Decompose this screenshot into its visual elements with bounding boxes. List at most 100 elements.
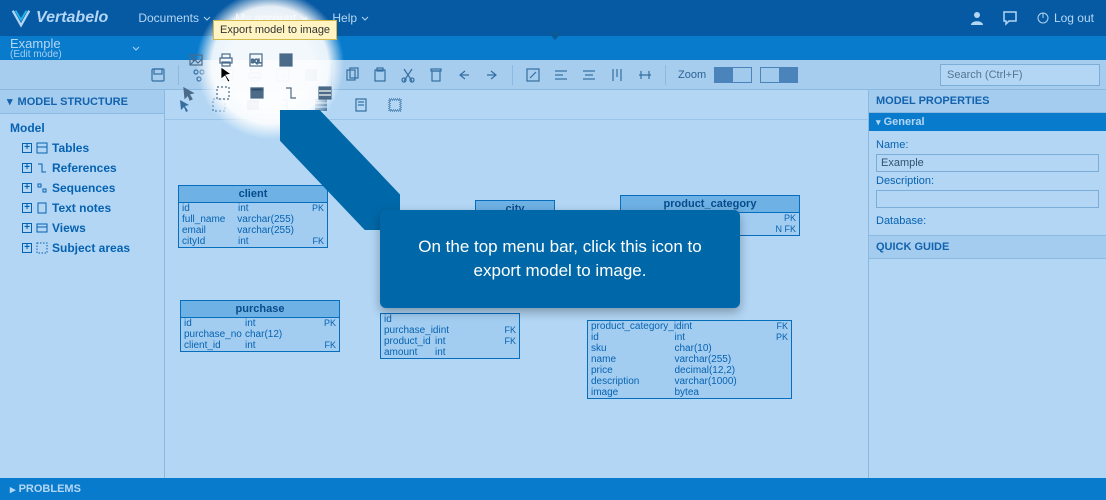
table-column: id <box>381 314 519 325</box>
align-left-button[interactable] <box>549 63 573 87</box>
tree-item-sequences[interactable]: + Sequences <box>0 178 164 198</box>
sequence-icon <box>36 182 48 194</box>
logo-icon <box>10 7 32 29</box>
view-icon <box>36 222 48 234</box>
table-column: product_category_idintFK <box>588 321 791 332</box>
share-button[interactable] <box>187 63 211 87</box>
table-column: purchase_idintFK <box>381 325 519 336</box>
expand-icon[interactable]: + <box>22 203 32 213</box>
chevron-down-icon <box>300 16 308 21</box>
expand-icon[interactable]: + <box>22 143 32 153</box>
model-structure-header[interactable]: ▾ MODEL STRUCTURE <box>0 90 164 114</box>
table-purchase-item[interactable]: idpurchase_idintFKproduct_idintFKamounti… <box>380 313 520 359</box>
table-column: purchase_nochar(12) <box>181 329 339 340</box>
table-purchase[interactable]: purchase idintPKpurchase_nochar(12)clien… <box>180 300 340 352</box>
expand-icon[interactable]: + <box>22 163 32 173</box>
svg-text:100: 100 <box>306 74 315 80</box>
add-table-tool[interactable] <box>239 93 267 117</box>
chevron-down-icon <box>361 16 369 21</box>
undo-button[interactable] <box>452 63 476 87</box>
description-input[interactable] <box>876 190 1099 208</box>
tree-item-tables[interactable]: + Tables <box>0 138 164 158</box>
align-top-button[interactable] <box>605 63 629 87</box>
align-middle-button[interactable] <box>633 63 657 87</box>
quick-guide-header[interactable]: QUICK GUIDE <box>869 235 1106 259</box>
nav-right: Log out <box>968 9 1096 27</box>
dropdown-indicator-icon <box>548 32 562 40</box>
expand-icon[interactable]: + <box>22 183 32 193</box>
search-input[interactable] <box>940 64 1100 86</box>
model-title: Example <box>10 37 62 50</box>
instruction-callout: On the top menu bar, click this icon to … <box>380 210 740 308</box>
table-column: cityIdintFK <box>179 236 327 247</box>
reference-icon <box>36 162 48 174</box>
align-center-button[interactable] <box>577 63 601 87</box>
nav-documents[interactable]: Documents <box>136 11 213 25</box>
tree-item-references[interactable]: + References <box>0 158 164 178</box>
chevron-down-icon <box>203 16 211 21</box>
table-column: product_idintFK <box>381 336 519 347</box>
table-column: client_idintFK <box>181 340 339 351</box>
problems-bar[interactable]: ▸ PROBLEMS <box>0 478 1106 500</box>
nav-logout[interactable]: Log out <box>1034 11 1096 25</box>
copy-button[interactable] <box>340 63 364 87</box>
general-section-header[interactable]: ▾ General <box>869 113 1106 131</box>
model-mode: (Edit mode) <box>10 50 62 60</box>
chevron-down-icon[interactable] <box>132 46 140 51</box>
main-toolbar: SQL 100 Zoom <box>0 60 1106 90</box>
redo-button[interactable] <box>480 63 504 87</box>
model-properties-header: MODEL PROPERTIES <box>869 90 1106 113</box>
nav-help[interactable]: Help <box>330 11 371 25</box>
table-icon <box>36 142 48 154</box>
sql-button[interactable]: SQL <box>271 63 295 87</box>
note-icon <box>36 202 48 214</box>
table-column: pricedecimal(12,2) <box>588 365 791 376</box>
logo[interactable]: Vertabelo <box>10 7 108 29</box>
zoom-actual-button[interactable] <box>760 67 798 83</box>
area-icon <box>36 242 48 254</box>
general-section-body: Name: Description: Database: <box>869 131 1106 235</box>
tree-item-views[interactable]: + Views <box>0 218 164 238</box>
marquee-tool[interactable] <box>205 93 233 117</box>
top-navbar: Vertabelo Documents My account Help Log … <box>0 0 1106 36</box>
table-column: idintPK <box>588 332 791 343</box>
power-icon <box>1036 11 1050 25</box>
name-label: Name: <box>876 136 1099 154</box>
expand-icon[interactable]: + <box>22 223 32 233</box>
table-column: descriptionvarchar(1000) <box>588 376 791 387</box>
save-button[interactable] <box>146 63 170 87</box>
expand-icon[interactable]: + <box>22 243 32 253</box>
nav-myaccount[interactable]: My account <box>233 11 310 25</box>
table-column: idintPK <box>181 318 339 329</box>
user-icon[interactable] <box>968 9 986 27</box>
zoom-label: Zoom <box>678 69 706 81</box>
edit-button[interactable] <box>521 63 545 87</box>
print-button[interactable] <box>243 63 267 87</box>
name-input[interactable] <box>876 154 1099 172</box>
nav-menu: Documents My account Help <box>136 11 371 25</box>
description-label: Description: <box>876 172 1099 190</box>
export-image-button[interactable] <box>215 63 239 87</box>
svg-text:SQL: SQL <box>278 74 288 80</box>
model-properties-panel: MODEL PROPERTIES ▾ General Name: Descrip… <box>868 90 1106 478</box>
model-tree: Model + Tables + References + Sequences … <box>0 114 164 478</box>
zoom-fit-button[interactable] <box>714 67 752 83</box>
paste-button[interactable] <box>368 63 392 87</box>
table-column: amountint <box>381 347 519 358</box>
tree-item-subjectareas[interactable]: + Subject areas <box>0 238 164 258</box>
logo-text: Vertabelo <box>36 9 108 27</box>
cut-button[interactable] <box>396 63 420 87</box>
database-label: Database: <box>876 212 1099 230</box>
xml-button[interactable]: 100 <box>299 63 323 87</box>
table-product[interactable]: product_category_idintFKidintPKskuchar(1… <box>587 320 792 399</box>
chat-icon[interactable] <box>1001 9 1019 27</box>
delete-button[interactable] <box>424 63 448 87</box>
table-column: skuchar(10) <box>588 343 791 354</box>
tree-item-textnotes[interactable]: + Text notes <box>0 198 164 218</box>
model-structure-panel: ▾ MODEL STRUCTURE Model + Tables + Refer… <box>0 90 165 478</box>
table-column: namevarchar(255) <box>588 354 791 365</box>
canvas-toolbar <box>165 90 868 120</box>
table-column: imagebytea <box>588 387 791 398</box>
pointer-tool[interactable] <box>171 93 199 117</box>
tree-root[interactable]: Model <box>0 118 164 138</box>
